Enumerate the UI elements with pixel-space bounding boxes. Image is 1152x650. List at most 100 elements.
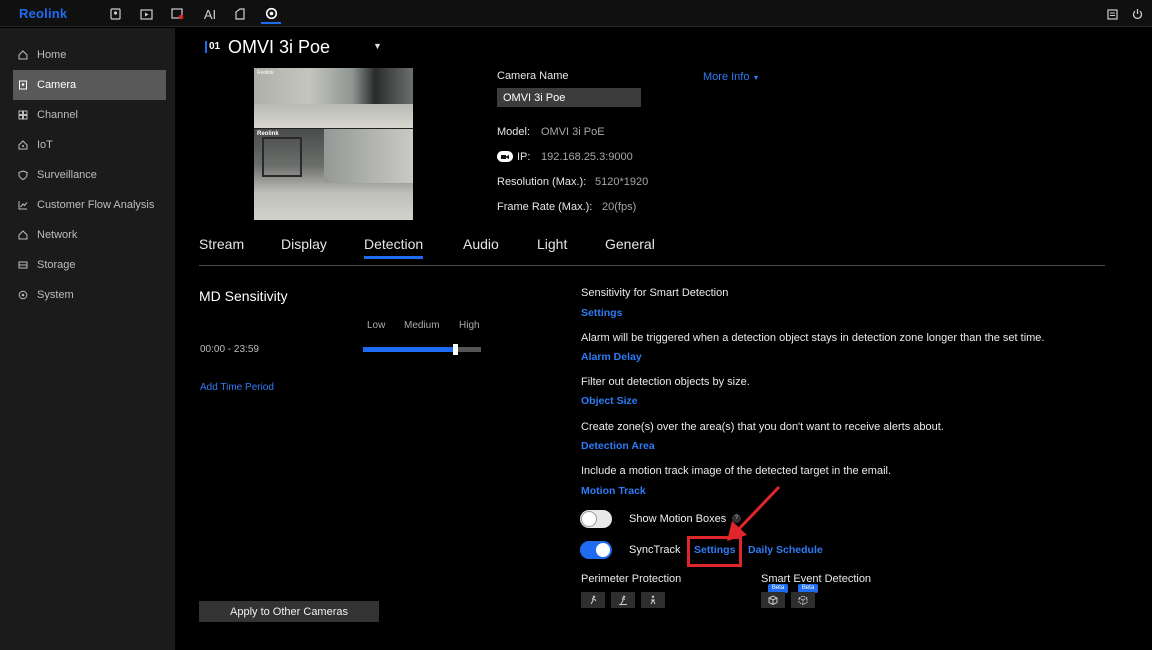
chevron-down-icon[interactable]: ▼ [373, 41, 382, 51]
tab-audio[interactable]: Audio [463, 236, 499, 252]
preview-brand: Reolink [257, 131, 279, 137]
ip-label: IP: [517, 151, 531, 163]
object-size-link[interactable]: Object Size [581, 395, 638, 407]
camera-name-label: Camera Name [497, 70, 569, 82]
ip-camera-icon [497, 151, 513, 162]
level-high: High [459, 320, 480, 331]
camera-view-icon[interactable] [105, 4, 125, 24]
sidebar-item-label: Storage [37, 259, 76, 271]
sidebar-item-surveillance[interactable]: Surveillance [13, 160, 166, 190]
preview-bottom-view: Reolink [254, 129, 413, 220]
ip-value: 192.168.25.3:9000 [541, 151, 633, 163]
sidebar-item-home[interactable]: Home [13, 40, 166, 70]
smart-detection-settings-link[interactable]: Settings [581, 307, 622, 319]
clip-icon[interactable] [230, 4, 250, 24]
show-motion-boxes-toggle[interactable] [580, 510, 612, 528]
detection-area-link[interactable]: Detection Area [581, 440, 655, 452]
more-info-link[interactable]: More Info ▼ [703, 71, 759, 83]
channel-icon [18, 110, 28, 120]
level-low: Low [367, 320, 386, 331]
smart-detection-title: Sensitivity for Smart Detection [581, 287, 729, 299]
chart-icon [18, 200, 28, 210]
abandoned-object-icon[interactable] [761, 592, 785, 608]
red-arrow-annotation [727, 485, 781, 541]
toggle-knob [596, 543, 610, 557]
storage-icon [18, 260, 28, 270]
slider-fill [363, 347, 457, 352]
perimeter-protection-label: Perimeter Protection [581, 573, 682, 585]
chevron-down-icon: ▼ [752, 75, 760, 82]
sidebar-item-label: Channel [37, 109, 78, 121]
framerate-value: 20(fps) [602, 201, 637, 213]
help-icon[interactable]: ? [732, 514, 741, 523]
sidebar-item-label: Surveillance [37, 169, 97, 181]
model-label: Model: [497, 126, 531, 138]
sidebar-item-network[interactable]: Network [13, 220, 166, 250]
object-size-description: Filter out detection objects by size. [581, 376, 750, 388]
reolink-logo: Reolink [19, 6, 68, 21]
ai-icon[interactable]: AI [199, 4, 221, 24]
md-sensitivity-title: MD Sensitivity [199, 288, 288, 304]
alarm-delay-link[interactable]: Alarm Delay [581, 351, 642, 363]
power-icon[interactable] [1127, 4, 1147, 24]
resolution-label: Resolution (Max.): [497, 176, 587, 188]
tab-divider [199, 265, 1105, 266]
time-range: 00:00 - 23:59 [200, 344, 259, 355]
add-time-period-link[interactable]: Add Time Period [200, 382, 274, 393]
playback-icon[interactable] [136, 4, 156, 24]
shield-icon [18, 170, 28, 180]
camera-preview[interactable]: Reolink Reolink [254, 68, 413, 220]
preview-top-view: Reolink [254, 68, 413, 128]
resolution-value: 5120*1920 [595, 176, 649, 188]
sidebar-item-channel[interactable]: Channel [13, 100, 166, 130]
tab-detection[interactable]: Detection [364, 236, 424, 259]
synctrack-settings-link[interactable]: Settings [694, 544, 735, 556]
message-icon[interactable] [1102, 4, 1122, 24]
system-icon [18, 290, 28, 300]
sidebar-item-label: Customer Flow Analysis [37, 199, 155, 211]
home-icon [18, 50, 28, 60]
camera-icon [18, 80, 28, 90]
more-info-label: More Info [703, 71, 750, 83]
alarm-delay-description: Alarm will be triggered when a detection… [581, 332, 1045, 344]
iot-icon [18, 140, 28, 150]
camera-title[interactable]: OMVI 3i Poe [228, 37, 330, 58]
motion-track-link[interactable]: Motion Track [581, 485, 646, 497]
synctrack-toggle[interactable] [580, 541, 612, 559]
motion-track-description: Include a motion track image of the dete… [581, 465, 892, 477]
alarm-icon[interactable] [167, 4, 187, 24]
sidebar-item-label: Camera [37, 79, 77, 91]
daily-schedule-link[interactable]: Daily Schedule [748, 544, 823, 556]
line-crossing-icon[interactable] [611, 592, 635, 608]
sidebar-item-storage[interactable]: Storage [13, 250, 166, 280]
sidebar: Home Camera Channel IoT Surveillance Cus… [0, 28, 175, 650]
intrusion-icon[interactable] [581, 592, 605, 608]
sidebar-item-system[interactable]: System [13, 280, 166, 310]
slider-thumb[interactable] [453, 344, 458, 355]
sidebar-item-customer-flow[interactable]: Customer Flow Analysis [13, 190, 166, 220]
sidebar-item-camera[interactable]: Camera [13, 70, 166, 100]
preview-floor [254, 104, 413, 128]
top-bar: Reolink AI [0, 0, 1152, 27]
loitering-icon[interactable] [641, 592, 665, 608]
settings-icon[interactable] [261, 4, 281, 24]
main-content: 01 OMVI 3i Poe ▼ Reolink Reolink Camera … [175, 28, 1152, 650]
sidebar-item-label: Network [37, 229, 78, 241]
show-motion-boxes-label: Show Motion Boxes [629, 513, 727, 525]
preview-wall [324, 129, 413, 183]
sidebar-item-label: Home [37, 49, 67, 61]
sidebar-item-label: IoT [37, 139, 53, 151]
camera-name-input[interactable] [497, 88, 641, 107]
toggle-knob [582, 512, 596, 526]
detection-area-description: Create zone(s) over the area(s) that you… [581, 421, 944, 433]
synctrack-label: SyncTrack [629, 544, 681, 556]
tab-general[interactable]: General [605, 236, 655, 252]
tab-stream[interactable]: Stream [199, 236, 244, 252]
missing-object-icon[interactable] [791, 592, 815, 608]
model-value: OMVI 3i PoE [541, 126, 605, 138]
tab-display[interactable]: Display [281, 236, 327, 252]
apply-to-other-cameras-button[interactable]: Apply to Other Cameras [199, 601, 379, 622]
tab-light[interactable]: Light [537, 236, 567, 252]
sensitivity-slider[interactable] [363, 344, 481, 355]
sidebar-item-iot[interactable]: IoT [13, 130, 166, 160]
